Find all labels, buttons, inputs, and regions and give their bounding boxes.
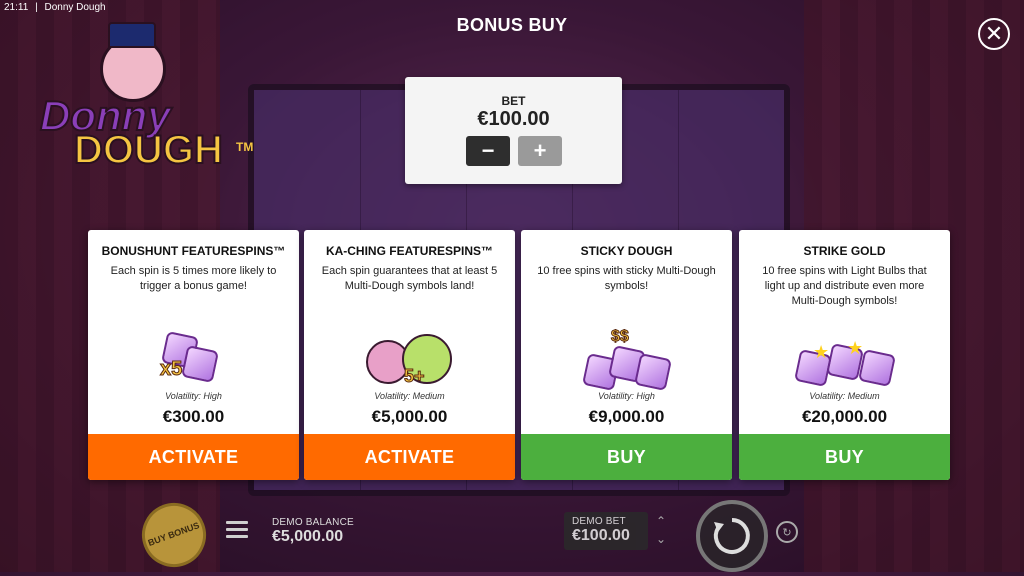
logo-trademark: TM: [236, 140, 254, 154]
card-volatility: Volatility: High: [598, 391, 655, 401]
menu-icon[interactable]: [226, 521, 248, 539]
card-title: STICKY DOUGH: [580, 244, 673, 258]
demo-balance-value: €5,000.00: [272, 528, 344, 545]
bet-increase-button[interactable]: +: [518, 136, 562, 166]
bonus-card-sticky-dough: STICKY DOUGH 10 free spins with sticky M…: [521, 230, 732, 480]
game-logo: Donny DOUGH TM: [39, 22, 253, 182]
card-description: 10 free spins with Light Bulbs that ligh…: [762, 265, 927, 307]
star-icon: ★: [813, 342, 830, 362]
bonus-card-bonushunt: BONUSHUNT FEATURESPINS™ Each spin is 5 t…: [88, 230, 299, 480]
status-bar: 21:11 | Donny Dough: [4, 2, 106, 13]
card-title: BONUSHUNT FEATURESPINS™: [101, 244, 286, 258]
bet-value: €100.00: [477, 108, 550, 130]
logo-line-2: DOUGH: [73, 127, 224, 173]
card-price: €9,000.00: [588, 407, 665, 426]
card-art-label: 5+: [404, 366, 426, 387]
bet-stepper: − +: [466, 136, 562, 166]
demo-bet: DEMO BET €100.00: [564, 512, 648, 550]
card-description: Each spin is 5 times more likely to trig…: [110, 265, 277, 293]
separator: |: [35, 2, 38, 13]
buy-button[interactable]: BUY: [521, 434, 732, 480]
card-title: KA-CHING FEATURESPINS™: [325, 244, 494, 258]
card-price: €5,000.00: [371, 407, 448, 426]
demo-bet-value: €100.00: [572, 527, 630, 544]
card-price: €20,000.00: [801, 407, 888, 426]
card-description: 10 free spins with sticky Multi-Dough sy…: [537, 265, 716, 293]
clock: 21:11: [4, 2, 29, 13]
card-volatility: Volatility: High: [165, 391, 222, 401]
card-art-label: $$: [611, 328, 630, 346]
demo-bet-label: DEMO BET: [572, 516, 626, 527]
demo-balance-label: DEMO BALANCE: [272, 517, 354, 528]
buy-button[interactable]: BUY: [739, 434, 950, 480]
page-title: BONUS BUY: [456, 15, 568, 35]
card-volatility: Volatility: Medium: [809, 391, 880, 401]
spin-icon: [713, 518, 750, 554]
bet-panel: BET €100.00 − +: [405, 77, 622, 184]
bet-decrease-button[interactable]: −: [466, 136, 510, 166]
card-art-label: x5: [159, 358, 183, 381]
star-icon: ★: [847, 338, 864, 358]
chevron-up-icon[interactable]: ⌃: [656, 512, 666, 530]
card-price: €300.00: [162, 407, 225, 426]
chevron-down-icon[interactable]: ⌄: [656, 530, 666, 548]
close-icon: ✕: [984, 21, 1004, 46]
activate-button[interactable]: ACTIVATE: [88, 434, 299, 480]
bonus-card-strike-gold: STRIKE GOLD 10 free spins with Light Bul…: [739, 230, 950, 480]
bet-arrows: ⌃ ⌄: [656, 512, 666, 548]
bonus-card-ka-ching: KA-CHING FEATURESPINS™ Each spin guarant…: [304, 230, 515, 480]
demo-balance: DEMO BALANCE €5,000.00: [272, 517, 354, 546]
app-title: Donny Dough: [44, 2, 106, 13]
bet-label: BET: [501, 94, 526, 108]
spin-button[interactable]: [696, 500, 768, 572]
card-volatility: Volatility: Medium: [374, 391, 445, 401]
card-description: Each spin guarantees that at least 5 Mul…: [321, 265, 498, 293]
card-title: STRIKE GOLD: [803, 244, 886, 258]
autoplay-icon[interactable]: ↻: [776, 521, 798, 543]
close-button[interactable]: ✕: [978, 18, 1010, 50]
activate-button[interactable]: ACTIVATE: [304, 434, 515, 480]
